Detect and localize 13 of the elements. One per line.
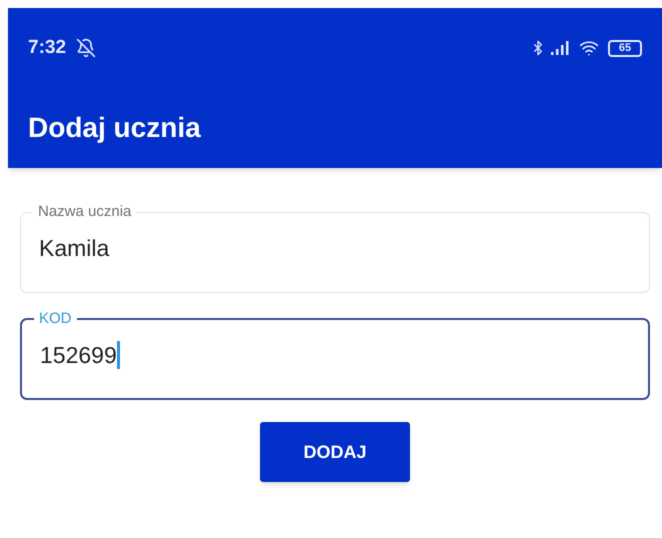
field-label: KOD xyxy=(38,310,73,328)
screen-title: Dodaj ucznia xyxy=(28,111,201,145)
field-label: Nazwa ucznia xyxy=(37,203,132,221)
field-value: Kamila xyxy=(39,234,110,263)
add-button[interactable]: DODAJ xyxy=(260,422,410,482)
field-value: 152699 xyxy=(40,341,117,370)
battery-indicator: 65 xyxy=(608,40,642,56)
bell-off-icon xyxy=(76,38,96,58)
signal-icon xyxy=(550,40,570,56)
text-field[interactable]: KOD 152699 xyxy=(20,310,650,400)
text-cursor xyxy=(116,341,120,369)
text-field[interactable]: Nazwa ucznia Kamila xyxy=(20,203,650,293)
clock-time: 7:32 xyxy=(28,36,66,60)
